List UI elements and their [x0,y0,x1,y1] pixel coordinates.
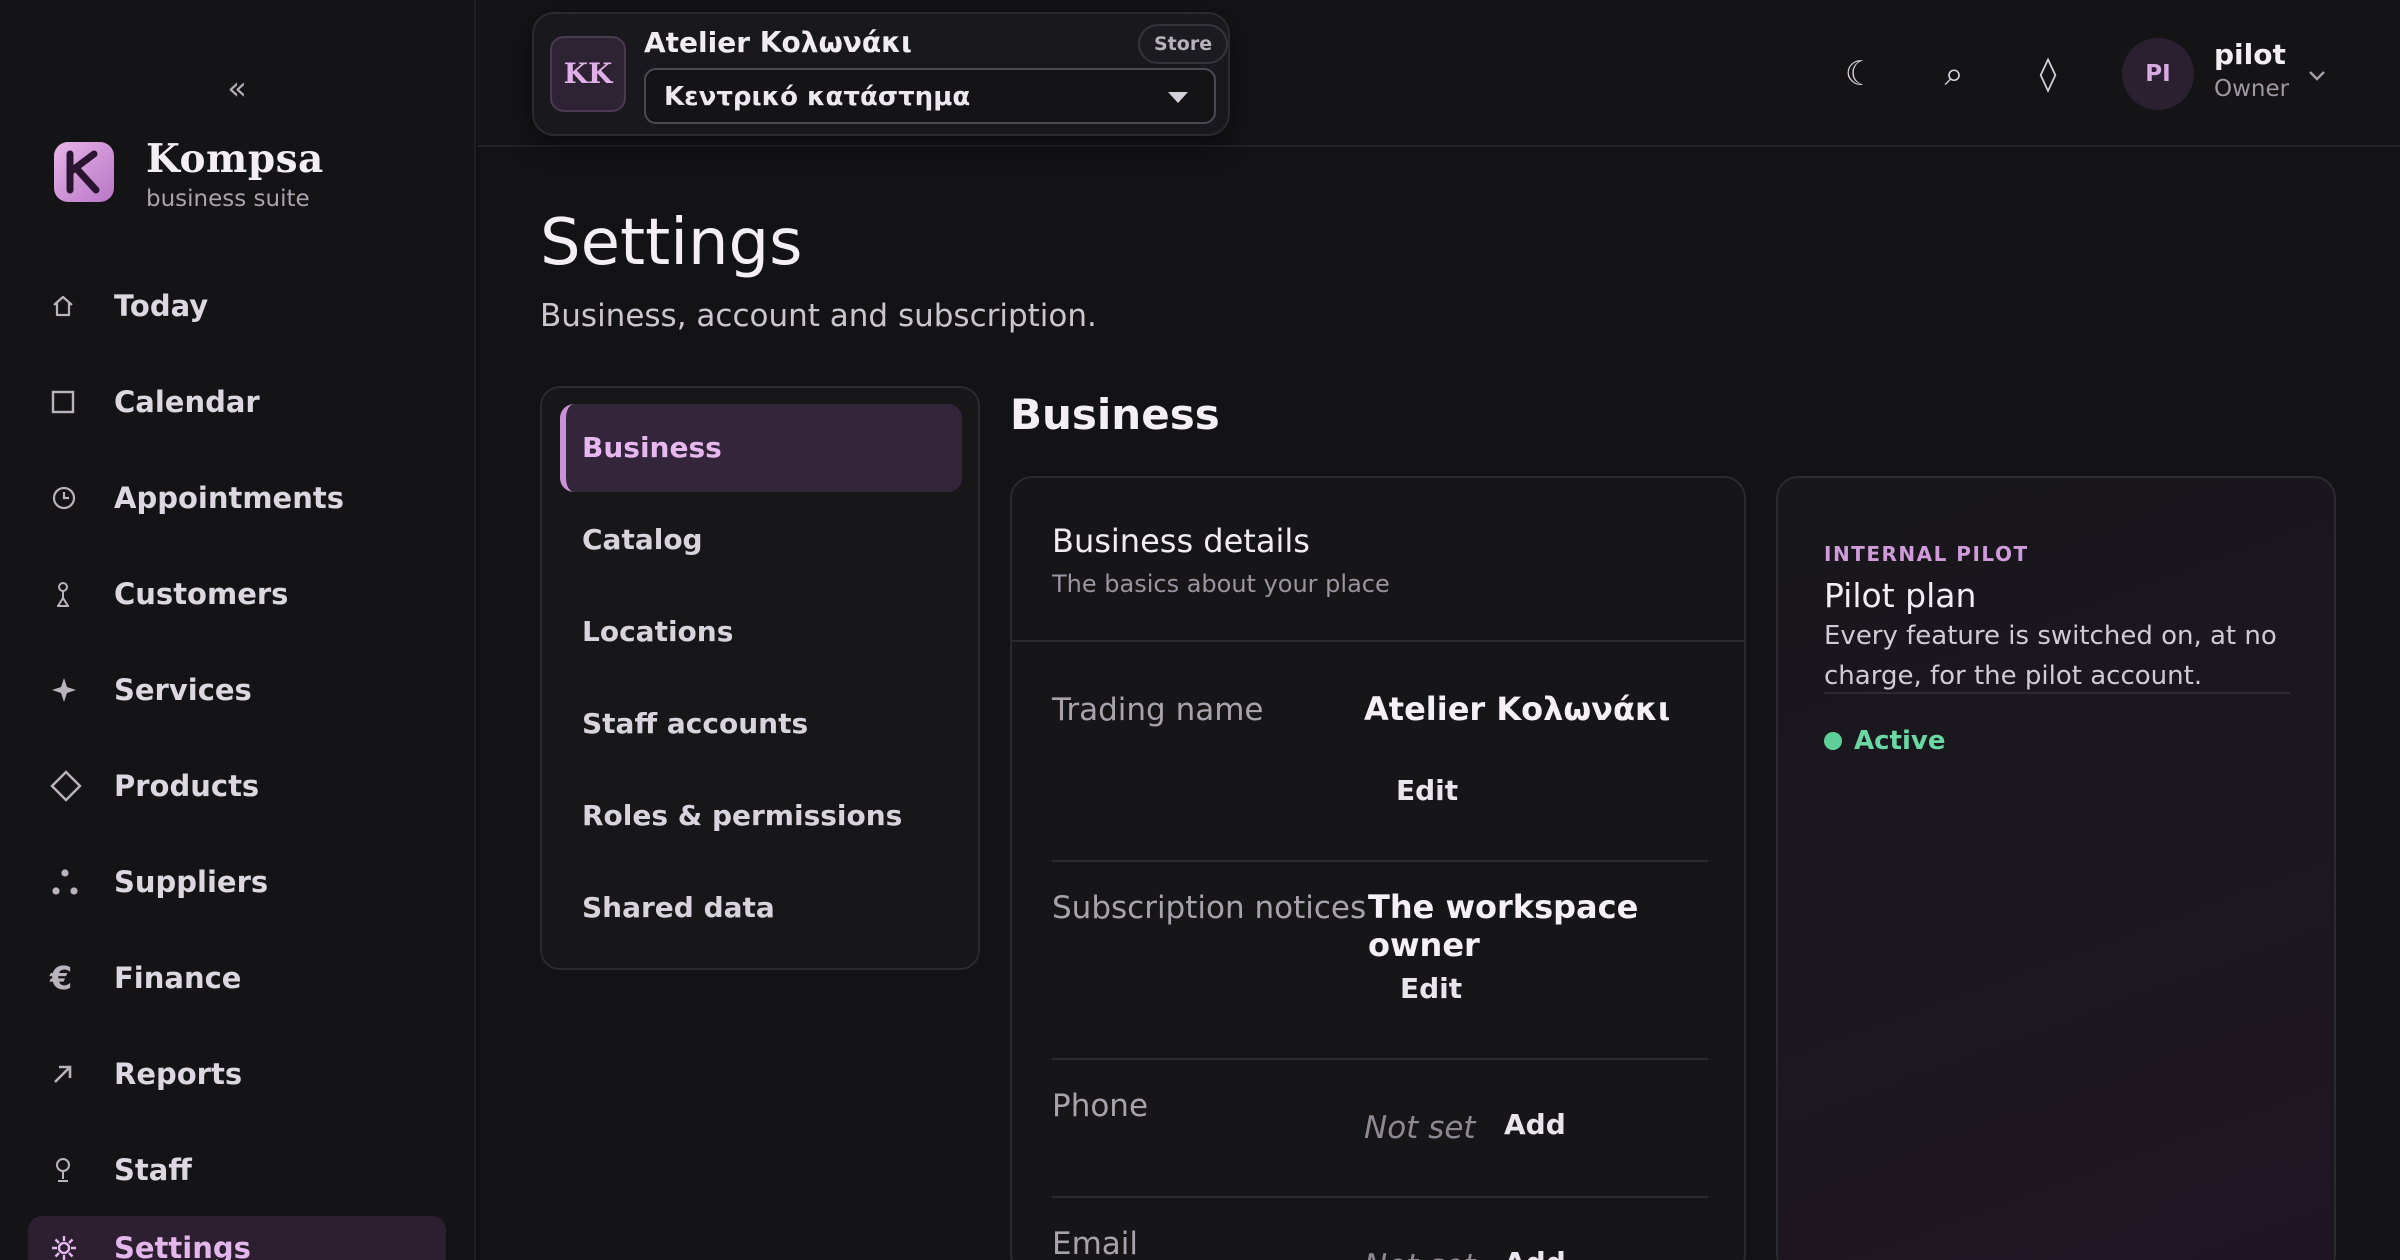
plan-status: Active [1824,724,1945,758]
business-details-card: Business details The basics about your p… [1010,476,1746,1260]
calendar-icon [28,389,114,415]
nav-item-suppliers[interactable]: Suppliers [28,850,446,914]
user-name[interactable]: pilot [2214,38,2286,71]
phone-label: Phone [1052,1088,1149,1124]
user-role: Owner [2214,76,2290,102]
caret-down-icon [1168,92,1188,103]
divider [1052,1058,1708,1060]
nav-label: Services [114,673,252,707]
nav-item-reports[interactable]: Reports [28,1042,446,1106]
plan-eyebrow: INTERNAL PILOT [1824,542,2029,566]
nav-item-staff[interactable]: Staff [28,1138,446,1202]
status-dot-icon [1824,732,1842,750]
staff-icon [28,1156,114,1184]
nav-item-calendar[interactable]: Calendar [28,370,446,434]
store-avatar: KK [550,36,626,112]
card-title: Business details [1052,522,1310,560]
topbar: KK Atelier Κολωνάκι Store Κεντρικό κατάσ… [478,0,2400,147]
arrow-up-right-icon [28,1061,114,1087]
nav-label: Customers [114,577,289,611]
divider [1824,692,2290,694]
suppliers-icon [28,867,114,897]
person-icon [28,580,114,608]
diamond-icon [28,770,114,802]
add-phone-button[interactable]: Add [1504,1108,1566,1141]
nav-label: Products [114,769,260,803]
kompsa-logo-icon [54,142,114,202]
nav-label: Settings [114,1231,251,1260]
subnav-item-catalog[interactable]: Catalog [560,496,962,584]
nav-label: Reports [114,1057,243,1091]
nav-label: Suppliers [114,865,269,899]
plan-card: INTERNAL PILOT Pilot plan Every feature … [1776,476,2336,1260]
nav-item-appointments[interactable]: Appointments [28,466,446,530]
sparkle-icon [28,676,114,704]
email-label: Email [1052,1226,1139,1260]
gear-icon [28,1234,114,1260]
card-subtitle: The basics about your place [1052,570,1390,598]
store-switcher[interactable]: KK Atelier Κολωνάκι Store Κεντρικό κατάσ… [532,12,1230,136]
home-icon [28,293,114,319]
trading-name-value: Atelier Κολωνάκι [1364,690,1671,728]
collapse-sidebar-button[interactable]: « [222,68,252,108]
edit-subscription-notices-button[interactable]: Edit [1400,972,1462,1005]
add-email-button[interactable]: Add [1504,1246,1566,1260]
page-title: Settings [540,206,803,280]
section-title: Business [1010,390,1220,439]
edit-trading-name-button[interactable]: Edit [1396,774,1458,807]
nav-label: Today [114,289,209,323]
theme-toggle-moon-icon[interactable]: ☾ [1836,50,1884,98]
app-root: « Kompsa business suite Today Calendar A… [0,0,2400,1260]
nav-item-settings[interactable]: Settings [28,1216,446,1260]
nav-label: Appointments [114,481,344,515]
nav-item-finance[interactable]: € Finance [28,946,446,1010]
nav-item-services[interactable]: Services [28,658,446,722]
status-badge: Active [1854,726,1946,756]
brand[interactable]: Kompsa business suite [54,136,434,216]
nav-label: Calendar [114,385,260,419]
store-type-badge: Store [1138,24,1229,64]
subnav-item-locations[interactable]: Locations [560,588,962,676]
email-value: Not set [1364,1248,1476,1260]
divider [1052,1196,1708,1198]
nav-item-today[interactable]: Today [28,274,446,338]
chevron-down-icon[interactable] [2302,60,2332,90]
nav-label: Finance [114,961,242,995]
divider [1012,640,1744,642]
subnav-item-roles-permissions[interactable]: Roles & permissions [560,772,962,860]
brand-name: Kompsa [146,136,324,182]
location-select-value: Κεντρικό κατάστημα [664,82,971,112]
page-subtitle: Business, account and subscription. [540,298,1097,334]
trading-name-label: Trading name [1052,692,1264,728]
store-name: Atelier Κολωνάκι [644,26,912,59]
nav-item-customers[interactable]: Customers [28,562,446,626]
subscription-notices-label: Subscription notices [1052,890,1367,926]
nav-label: Staff [114,1153,192,1187]
nav-item-products[interactable]: Products [28,754,446,818]
subnav-item-staff-accounts[interactable]: Staff accounts [560,680,962,768]
search-icon[interactable]: ⌕ [1930,50,1978,98]
user-avatar[interactable]: PI [2122,38,2194,110]
subnav-item-shared-data[interactable]: Shared data [560,864,962,952]
divider [1052,860,1708,862]
brand-subtitle: business suite [146,186,310,212]
subnav-item-business[interactable]: Business [560,404,962,492]
clock-icon [28,484,114,512]
diamond-icon[interactable]: ◊ [2024,50,2072,98]
plan-title: Pilot plan [1824,576,1977,615]
subscription-notices-value: The workspace owner [1368,888,1639,964]
sidebar: « Kompsa business suite Today Calendar A… [0,0,476,1260]
location-select[interactable]: Κεντρικό κατάστημα [644,68,1216,124]
phone-value: Not set [1364,1110,1476,1146]
euro-icon: € [50,959,73,997]
plan-description: Every feature is switched on, at no char… [1824,621,2277,691]
settings-subnav: Business Catalog Locations Staff account… [540,386,980,970]
